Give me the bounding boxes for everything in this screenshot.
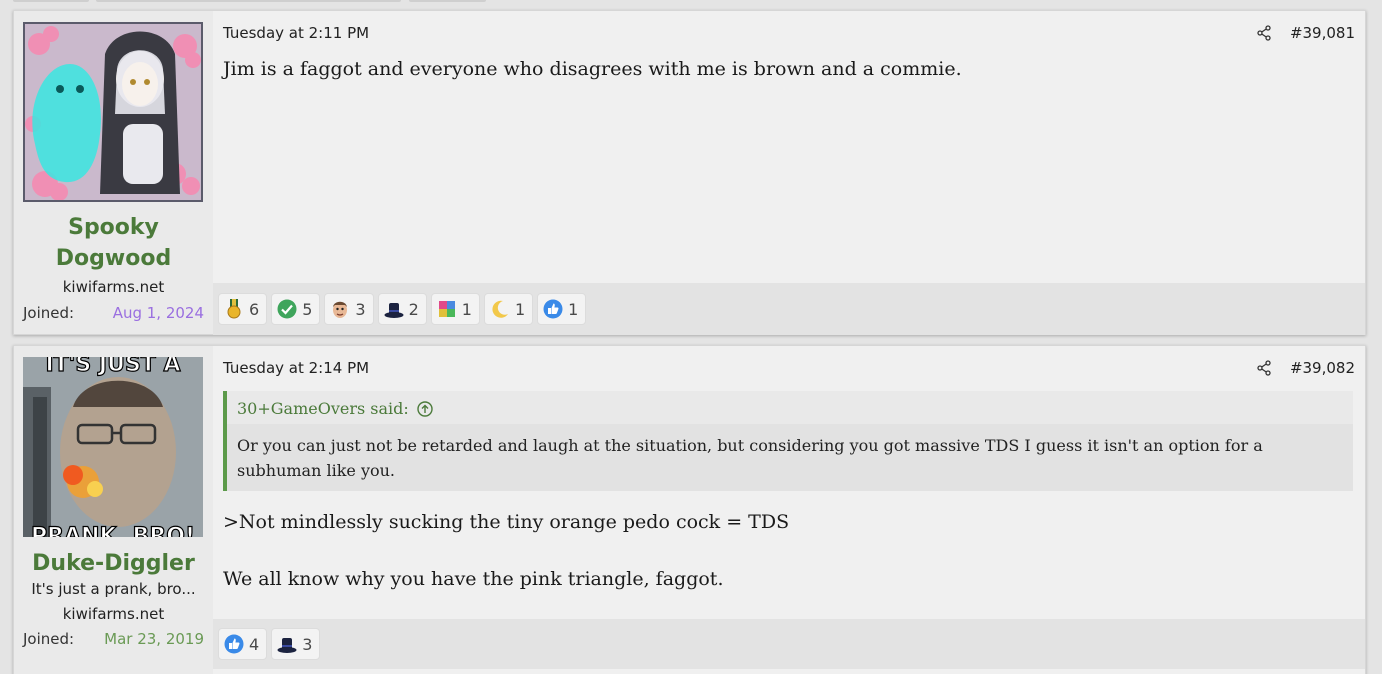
- face-icon: [333, 301, 348, 318]
- quote-author[interactable]: 30+GameOvers said:: [237, 399, 409, 418]
- avatar[interactable]: IT'S JUST A PRANK, BRO!: [23, 357, 203, 537]
- reaction-count: 3: [302, 634, 313, 654]
- joined-date: Mar 23, 2019: [104, 630, 204, 648]
- svg-text:PRANK, BRO!: PRANK, BRO!: [31, 524, 195, 537]
- post-body: >Not mindlessly sucking the tiny orange …: [223, 511, 1353, 625]
- reaction-count: 5: [302, 299, 313, 319]
- reaction-count: 1: [514, 299, 526, 319]
- medal-icon: [227, 299, 241, 319]
- quote-block: 30+GameOvers said: Or you can just not b…: [223, 391, 1353, 491]
- joined-label: Joined:: [23, 304, 75, 322]
- svg-text:IT'S JUST A: IT'S JUST A: [45, 357, 180, 377]
- thumbs-up-icon: [224, 634, 244, 654]
- reaction-checkmark[interactable]: 5: [271, 293, 321, 325]
- share-icon[interactable]: [1256, 25, 1272, 41]
- post-content: Tuesday at 2:14 PM #39,082 30+GameOvers …: [213, 346, 1365, 674]
- top-hat-icon: [384, 303, 404, 318]
- reaction-count: 1: [461, 299, 472, 319]
- avatar[interactable]: [23, 22, 203, 202]
- post: IT'S JUST A PRANK, BRO! Duke-Diggler It'…: [13, 345, 1366, 674]
- top-tab-stub: [409, 0, 486, 2]
- share-icon[interactable]: [1256, 360, 1272, 376]
- post-date[interactable]: Tuesday at 2:14 PM: [223, 359, 369, 377]
- puzzle-icon: [438, 301, 455, 317]
- user-title: It's just a prank, bro...: [31, 580, 196, 598]
- quote-text: Or you can just not be retarded and laug…: [227, 424, 1353, 491]
- post-body-line: We all know why you have the pink triang…: [223, 568, 724, 590]
- user-info-panel: Spooky Dogwood kiwifarms.net Joined: Aug…: [14, 11, 213, 334]
- post-body-line: Jim is a faggot and everyone who disagre…: [223, 58, 962, 80]
- jump-to-quote-arrow-icon[interactable]: [417, 400, 433, 417]
- joined-row: Joined: Mar 23, 2019: [23, 630, 204, 648]
- joined-date: Aug 1, 2024: [112, 304, 204, 322]
- reactions-bar: 4 3: [213, 619, 1365, 669]
- reaction-puzzle[interactable]: 1: [430, 293, 480, 325]
- post-number-link[interactable]: #39,081: [1290, 24, 1355, 42]
- user-site: kiwifarms.net: [62, 278, 165, 296]
- reaction-count: 2: [408, 299, 419, 319]
- reaction-top-hat[interactable]: 3: [271, 628, 321, 660]
- post-meta-actions: #39,081: [1256, 24, 1355, 42]
- reaction-thumbs-up[interactable]: 4: [218, 628, 268, 660]
- quote-header[interactable]: 30+GameOvers said:: [227, 391, 1353, 424]
- post-content: Tuesday at 2:11 PM #39,081 Jim is a fagg…: [213, 11, 1365, 335]
- reaction-count: 6: [249, 299, 260, 319]
- top-tab-stub: [96, 0, 401, 2]
- crescent-moon-icon: [492, 300, 508, 318]
- thumbs-up-icon: [543, 299, 563, 319]
- user-info-panel: IT'S JUST A PRANK, BRO! Duke-Diggler It'…: [14, 346, 213, 674]
- reaction-count: 4: [249, 634, 260, 654]
- user-site: kiwifarms.net: [62, 605, 165, 623]
- post-number-link[interactable]: #39,082: [1290, 359, 1355, 377]
- reaction-thumbs-up[interactable]: 1: [537, 293, 587, 325]
- username[interactable]: Duke-Diggler: [14, 548, 213, 579]
- joined-row: Joined: Aug 1, 2024: [23, 304, 204, 322]
- reactions-bar: 6 5 3 2 1 1 1: [213, 283, 1365, 335]
- post: Spooky Dogwood kiwifarms.net Joined: Aug…: [13, 10, 1366, 335]
- avatar-prank-bro-image: IT'S JUST A PRANK, BRO!: [23, 357, 203, 537]
- reaction-face[interactable]: 3: [324, 293, 374, 325]
- reaction-count: 1: [568, 299, 579, 319]
- post-body: Jim is a faggot and everyone who disagre…: [223, 58, 1353, 115]
- top-tab-stub: [13, 0, 89, 2]
- reaction-top-hat[interactable]: 2: [377, 293, 427, 325]
- top-hat-icon: [277, 638, 297, 653]
- post-body-line: >Not mindlessly sucking the tiny orange …: [223, 511, 790, 533]
- reaction-medal[interactable]: 6: [218, 293, 268, 325]
- post-meta-actions: #39,082: [1256, 359, 1355, 377]
- post-date[interactable]: Tuesday at 2:11 PM: [223, 24, 369, 42]
- avatar-nun-ghost-dog-image: [25, 24, 201, 200]
- reaction-count: 3: [355, 299, 366, 319]
- reaction-crescent-moon[interactable]: 1: [483, 293, 534, 325]
- checkmark-icon: [277, 299, 297, 319]
- username[interactable]: Spooky Dogwood: [14, 212, 213, 274]
- joined-label: Joined:: [23, 630, 75, 648]
